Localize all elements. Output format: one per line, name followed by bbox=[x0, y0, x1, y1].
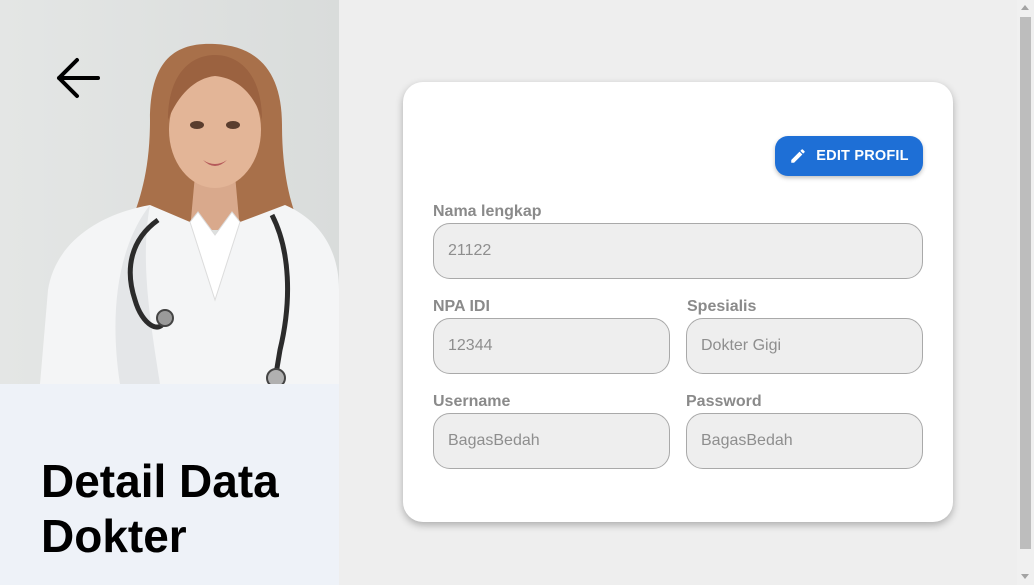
profile-card: EDIT PROFIL Nama lengkap NPA IDI Spesial… bbox=[403, 82, 953, 522]
vertical-scrollbar[interactable] bbox=[1017, 0, 1034, 585]
full-name-input[interactable] bbox=[433, 223, 923, 279]
page-title: Detail Data Dokter bbox=[41, 455, 279, 562]
npa-idi-label: NPA IDI bbox=[433, 298, 490, 315]
password-input[interactable] bbox=[686, 413, 923, 469]
edit-profile-label: EDIT PROFIL bbox=[816, 148, 909, 164]
edit-profile-button[interactable]: EDIT PROFIL bbox=[775, 136, 923, 176]
specialist-label: Spesialis bbox=[687, 298, 757, 315]
doctor-photo bbox=[0, 0, 339, 384]
npa-idi-input[interactable] bbox=[433, 318, 670, 374]
left-panel: Detail Data Dokter bbox=[0, 0, 339, 585]
pencil-icon bbox=[791, 149, 806, 163]
scroll-thumb[interactable] bbox=[1020, 17, 1031, 549]
password-label: Password bbox=[686, 393, 762, 410]
username-label: Username bbox=[433, 393, 511, 410]
username-input[interactable] bbox=[433, 413, 670, 469]
scroll-down-arrow-icon[interactable] bbox=[1021, 574, 1029, 579]
arrow-left-icon[interactable] bbox=[55, 56, 101, 100]
specialist-input[interactable] bbox=[686, 318, 923, 374]
full-name-label: Nama lengkap bbox=[433, 203, 542, 220]
scroll-up-arrow-icon[interactable] bbox=[1021, 5, 1029, 10]
